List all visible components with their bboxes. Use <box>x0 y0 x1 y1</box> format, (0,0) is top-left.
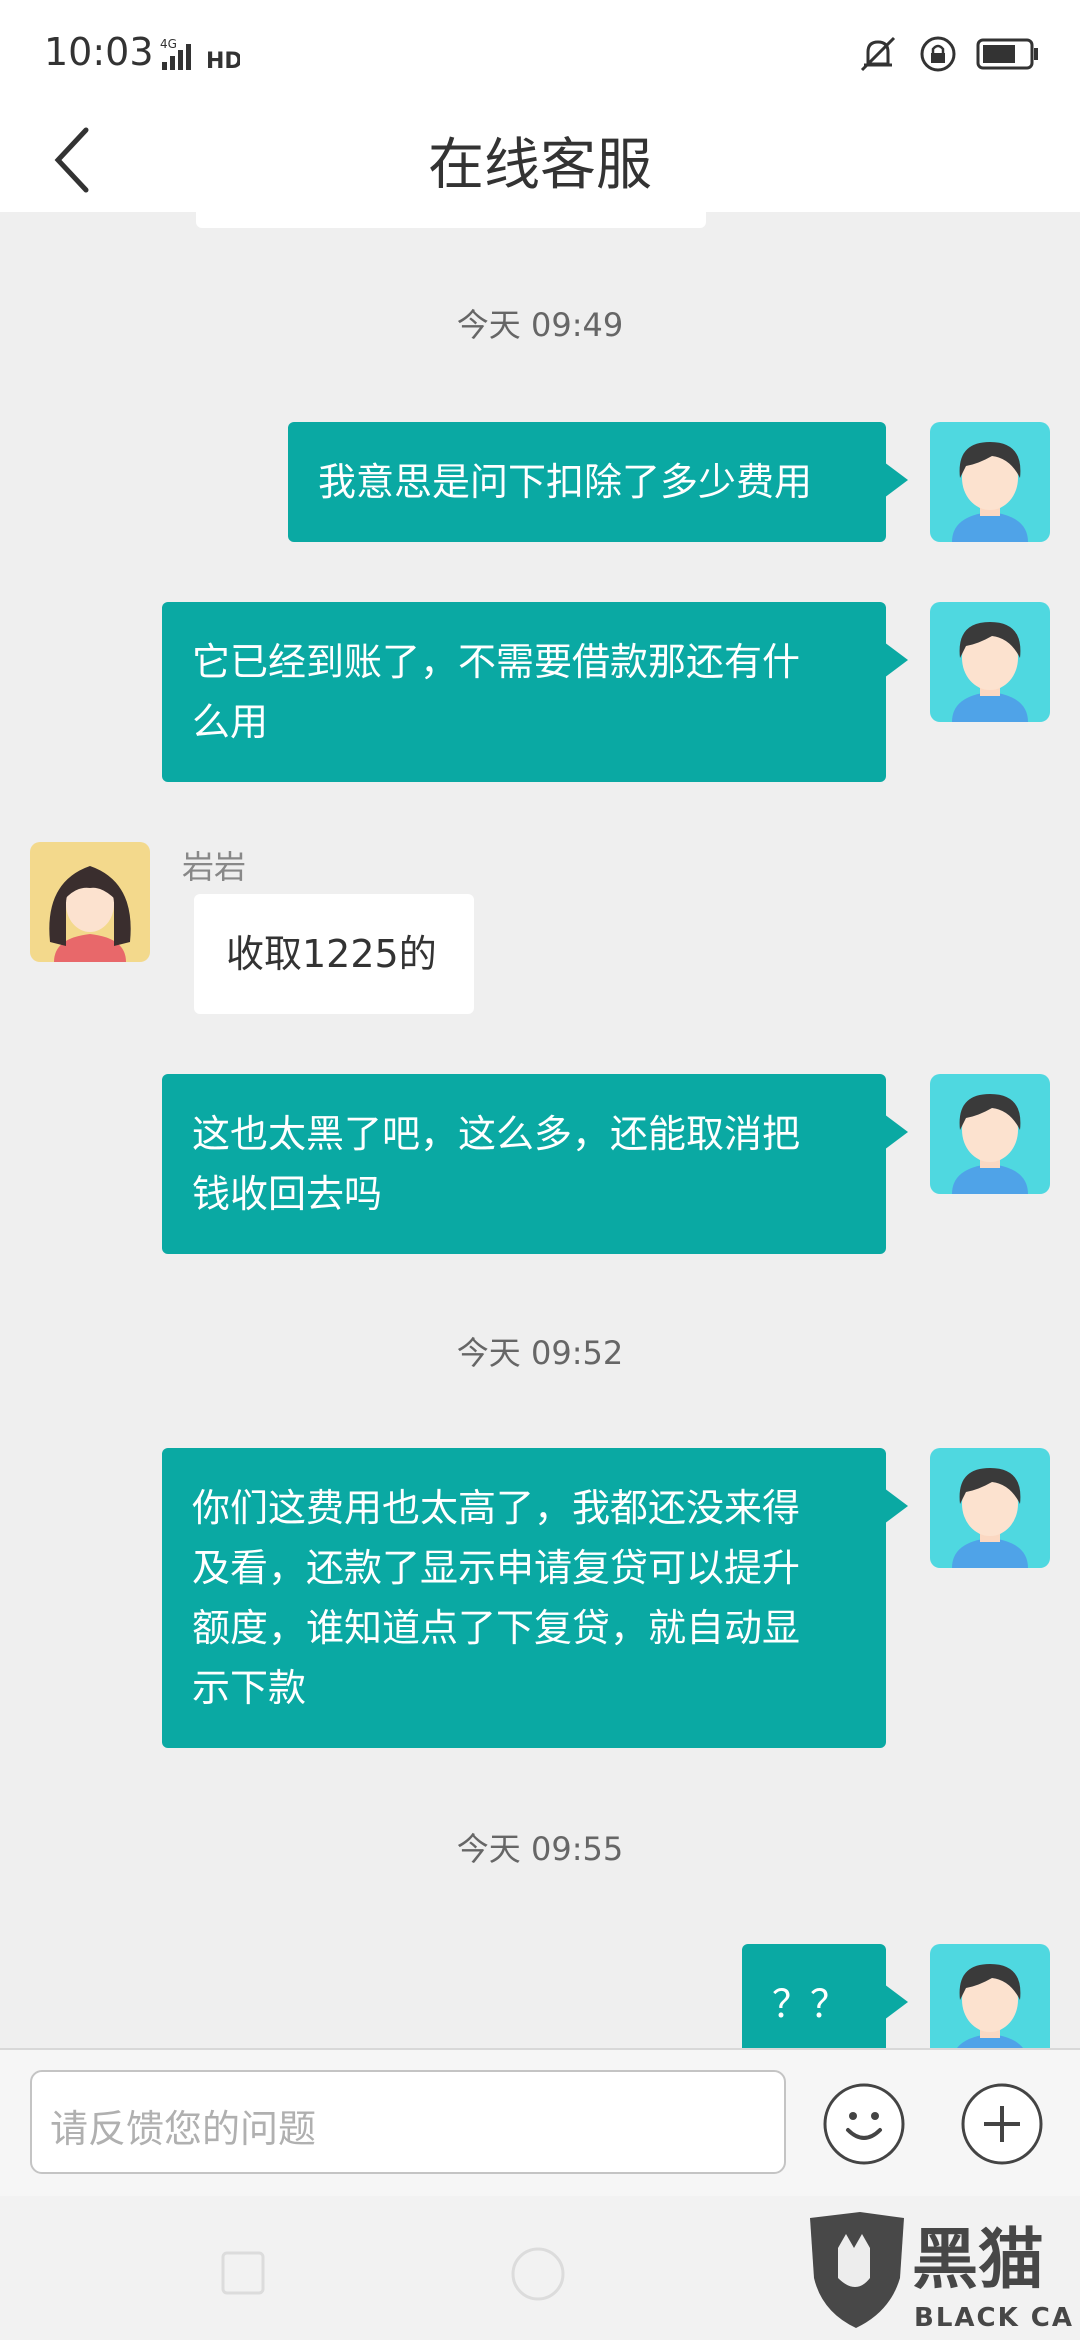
network-type: 4G <box>160 37 177 51</box>
status-time: 10:03 <box>44 30 154 74</box>
hd-label: HD <box>206 49 240 74</box>
chat-area[interactable]: 今天 09:49 我意思是问下扣除了多少费用 它已经到账了，不需要借款那还有什 … <box>0 212 1080 2048</box>
user-message[interactable]: 你们这费用也太高了，我都还没来得 及看，还款了显示申请复贷可以提升 额度，谁知道… <box>162 1448 908 1748</box>
recent-apps-icon[interactable] <box>220 2250 266 2296</box>
plus-icon[interactable] <box>960 2082 1044 2166</box>
signal-icon: 4G HD <box>160 37 240 74</box>
user-avatar <box>930 1074 1050 1194</box>
user-avatar <box>930 1448 1050 1568</box>
message-text: 收取1225的 <box>226 932 437 976</box>
message-text-line: 及看，还款了显示申请复贷可以提升 <box>192 1546 801 1590</box>
message-text-line: 额度，谁知道点了下复贷，就自动显 <box>192 1606 801 1650</box>
black-cat-watermark: 黑猫 BLACK CAT <box>810 2212 1072 2333</box>
user-message[interactable]: 它已经到账了，不需要借款那还有什 么用 <box>162 602 908 782</box>
message-text: ？？ <box>772 1982 849 2026</box>
user-avatar <box>930 602 1050 722</box>
message-text-line: 示下款 <box>192 1666 307 1710</box>
home-icon[interactable] <box>510 2246 566 2302</box>
message-text-line: 么用 <box>192 700 269 744</box>
agent-avatar <box>30 842 150 962</box>
message-text-line: 你们这费用也太高了，我都还没来得 <box>192 1486 801 1530</box>
timestamp: 今天 09:52 <box>456 1334 624 1372</box>
watermark-en: BLACK CAT <box>914 2303 1072 2333</box>
page-title: 在线客服 <box>428 133 652 198</box>
agent-message[interactable]: 收取1225的 <box>194 894 474 1014</box>
user-message[interactable]: ？？ <box>742 1944 908 2048</box>
previous-card-edge <box>196 212 706 228</box>
lock-icon <box>920 36 956 72</box>
feedback-input[interactable]: 请反馈您的问题 <box>30 2070 786 2174</box>
mute-icon <box>860 36 896 72</box>
emoji-icon[interactable] <box>822 2082 906 2166</box>
message-text-line: 这也太黑了吧，这么多，还能取消把 <box>192 1112 801 1156</box>
timestamp: 今天 09:49 <box>456 306 624 344</box>
agent-name: 岩岩 <box>182 848 247 886</box>
user-avatar <box>930 1944 1050 2048</box>
message-text-line: 它已经到账了，不需要借款那还有什 <box>192 640 801 684</box>
timestamp: 今天 09:55 <box>456 1830 624 1868</box>
status-bar: 10:03 4G HD <box>0 0 1080 108</box>
user-message[interactable]: 这也太黑了吧，这么多，还能取消把 钱收回去吗 <box>162 1074 908 1254</box>
watermark-cn: 黑猫 <box>912 2221 1044 2298</box>
battery-icon <box>976 38 1038 70</box>
message-text: 我意思是问下扣除了多少费用 <box>318 460 813 504</box>
user-message[interactable]: 我意思是问下扣除了多少费用 <box>288 422 908 542</box>
message-text-line: 钱收回去吗 <box>192 1172 383 1216</box>
input-bar: 请反馈您的问题 <box>0 2048 1080 2198</box>
header: 在线客服 <box>0 108 1080 212</box>
user-avatar <box>930 422 1050 542</box>
